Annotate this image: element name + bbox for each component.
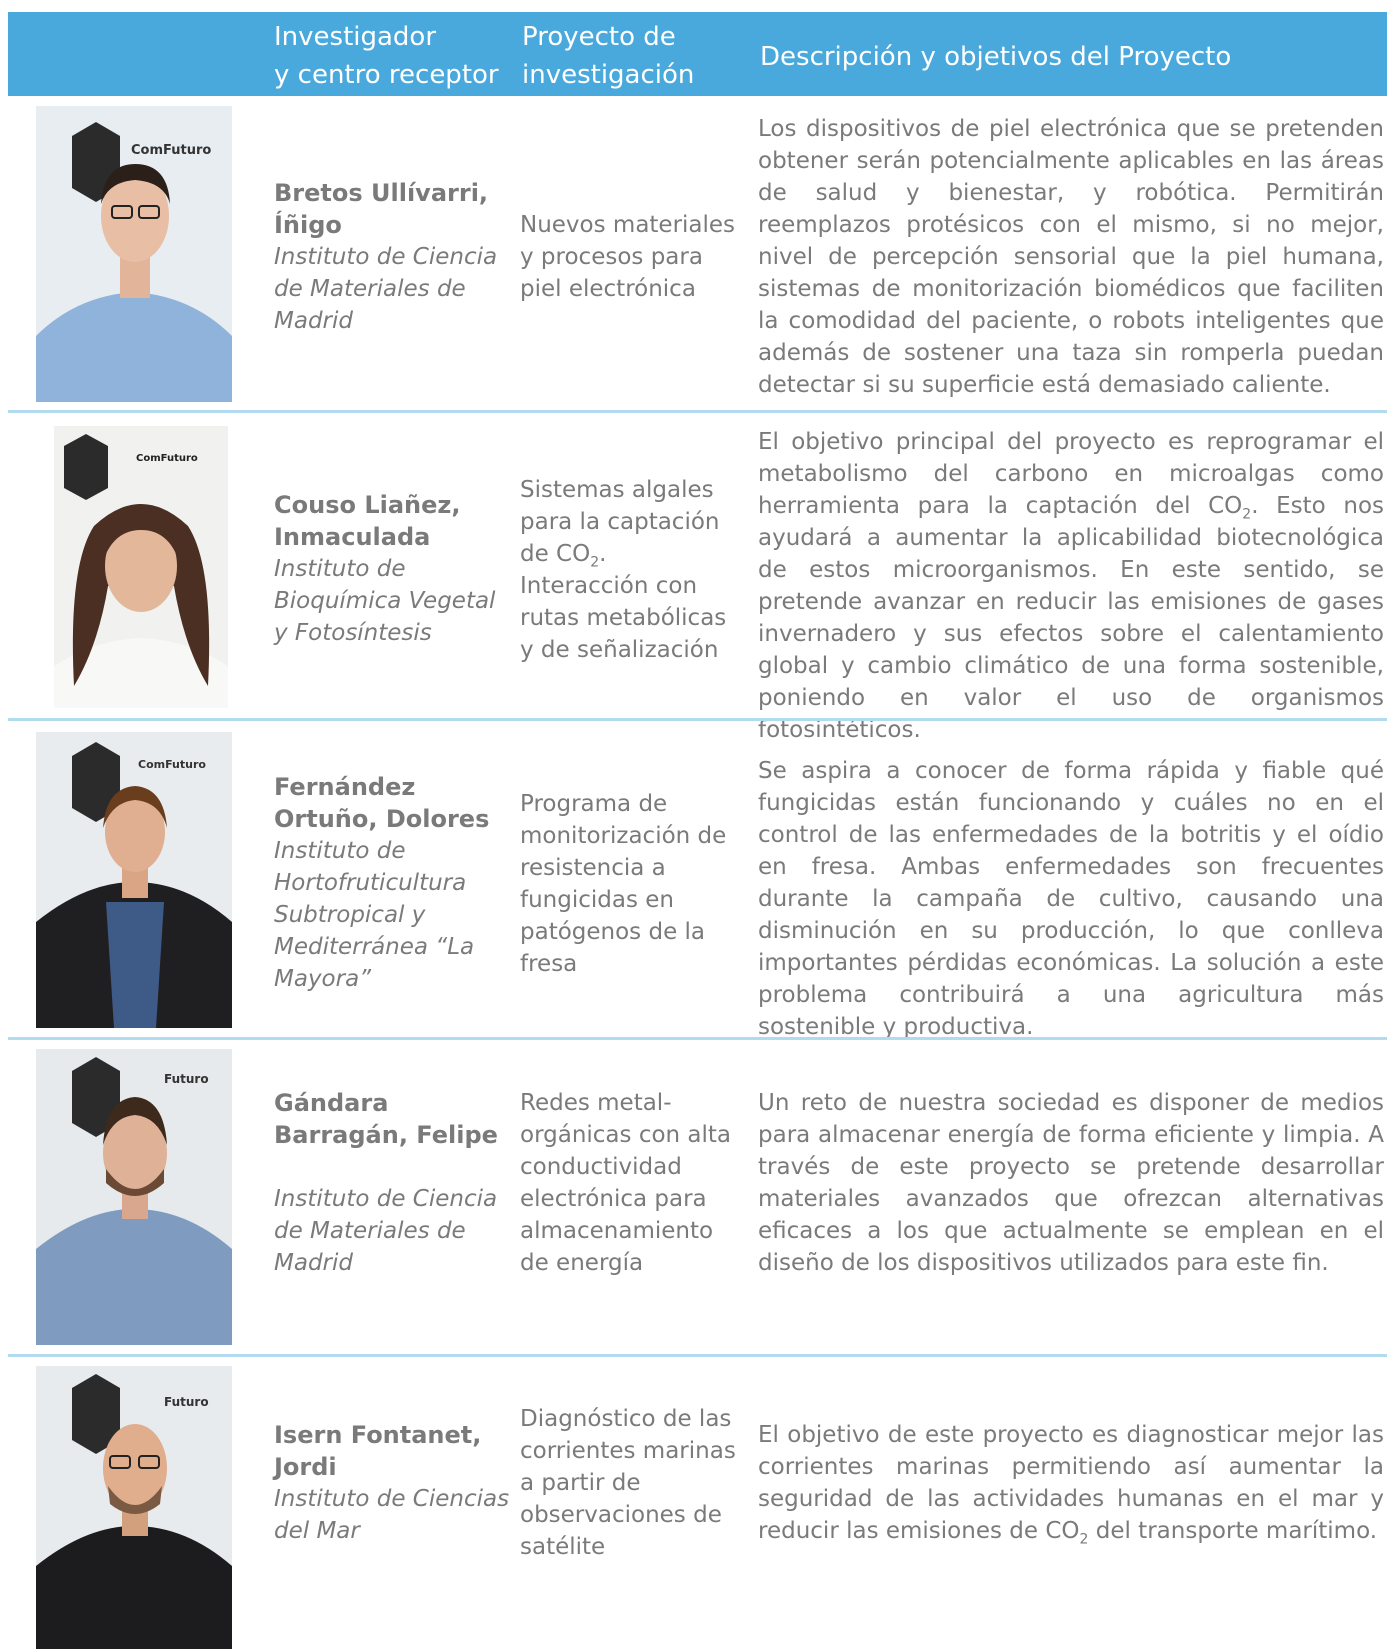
researcher-photo: Futuro — [36, 1366, 232, 1649]
logo-text: ComFuturo — [138, 758, 206, 771]
header-project: Proyecto de investigación — [522, 22, 695, 90]
researcher-institution: Instituto de Ciencia de Materiales de Ma… — [274, 1186, 498, 1276]
researcher-photo: Futuro — [36, 1049, 232, 1345]
project-title: Redes metal-orgánicas con alta conductiv… — [520, 1090, 732, 1276]
researcher-name: Isern Fontanet, Jordi — [274, 1421, 482, 1481]
project-title: Diagnóstico de las corrientes marinas a … — [520, 1406, 736, 1560]
project-description: Un reto de nuestra sociedad es disponer … — [758, 1090, 1384, 1276]
project-description: El objetivo principal del proyecto es re… — [758, 429, 1385, 743]
researcher-institution: Instituto de Bioquímica Vegetal y Fotosí… — [274, 556, 496, 646]
project-title: Programa de monitorización de resistenci… — [520, 791, 727, 977]
researcher-photo: ComFuturo — [54, 426, 228, 708]
researcher-institution: Instituto de Hortofruticultura Subtropic… — [274, 838, 475, 992]
header-description: Descripción y objetivos del Proyecto — [760, 42, 1232, 72]
row-separator — [8, 1037, 1387, 1040]
researcher-name: Fernández Ortuño, Dolores — [274, 773, 490, 833]
project-description: Los dispositivos de piel electrónica que… — [758, 116, 1384, 398]
researcher-institution: Instituto de Ciencias del Mar — [274, 1486, 510, 1544]
logo-text: ComFuturo — [131, 143, 211, 158]
researcher-name: Couso Liañez, Inmaculada — [274, 491, 461, 551]
logo-text: ComFuturo — [136, 453, 198, 464]
project-description: El objetivo de este proyecto es diagnost… — [758, 1422, 1384, 1548]
logo-text: Futuro — [164, 1072, 209, 1086]
project-description: Se aspira a conocer de forma rápida y fi… — [758, 758, 1384, 1040]
table-header: Investigador y centro receptor Proyecto … — [8, 12, 1387, 96]
researcher-photo: ComFuturo — [36, 732, 232, 1028]
header-researcher: Investigador y centro receptor — [274, 22, 499, 90]
researcher-institution: Instituto de Ciencia de Materiales de Ma… — [274, 244, 498, 334]
row-separator — [8, 410, 1387, 413]
logo-text: Futuro — [164, 1395, 209, 1409]
row-separator — [8, 718, 1387, 721]
researcher-name: Bretos Ullívarri, Íñigo — [274, 179, 489, 239]
project-title: Nuevos materiales y procesos para piel e… — [520, 212, 736, 302]
project-title: Sistemas algales para la captación de CO… — [520, 477, 727, 663]
row-separator — [8, 1354, 1387, 1357]
researcher-photo: ComFuturo — [36, 106, 232, 402]
researcher-name: Gándara Barragán, Felipe — [274, 1089, 498, 1149]
